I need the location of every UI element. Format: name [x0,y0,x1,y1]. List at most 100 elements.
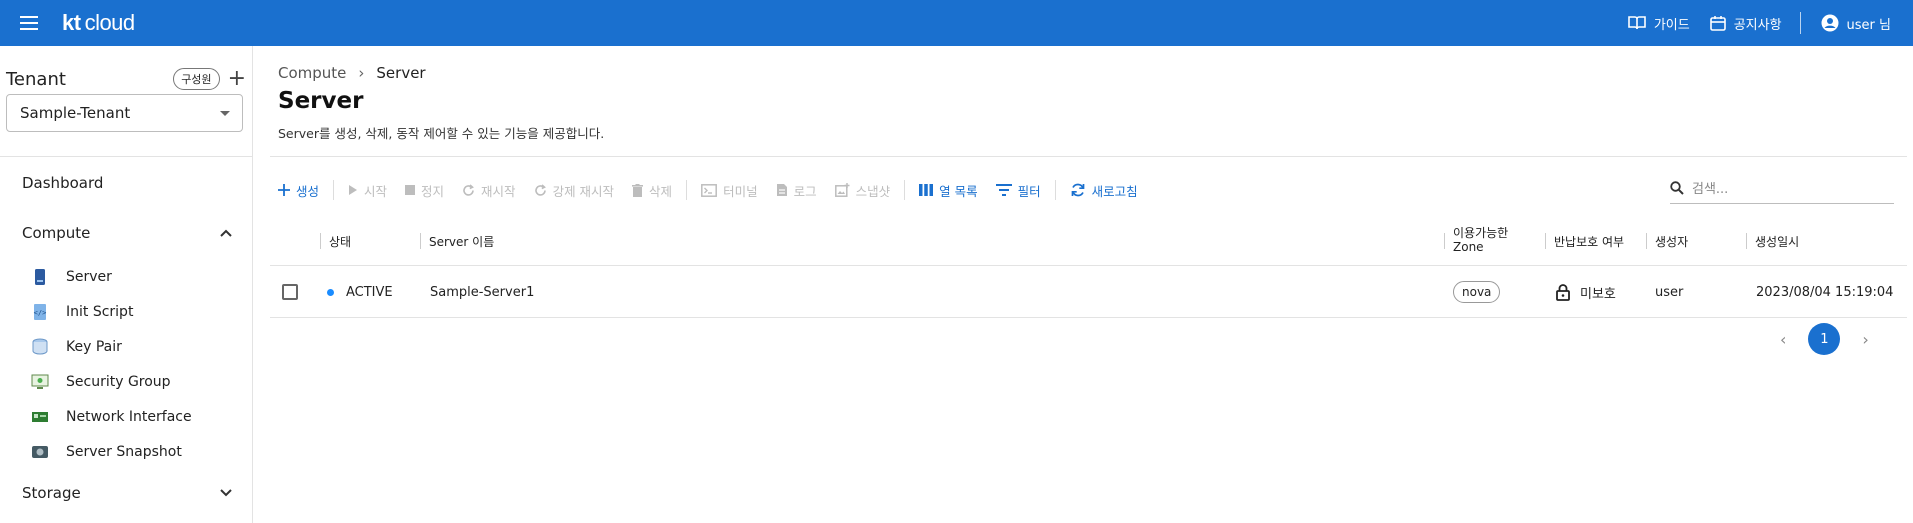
creator-cell: user [1655,266,1683,318]
view-columns-icon [919,184,934,196]
creator-text: user [1655,284,1684,300]
sidebar-item-label: Init Script [66,304,134,320]
account-icon [1821,14,1839,32]
nav-storage-label: Storage [22,484,81,502]
tenant-select[interactable]: Sample-Tenant [6,94,243,132]
next-page-icon[interactable]: › [1862,330,1868,349]
terminal-label: 터미널 [723,183,758,199]
network-interface-icon [30,407,50,427]
create-button[interactable]: 생성 [278,181,319,200]
sidebar-item-security-group[interactable]: Security Group [30,368,171,396]
nav-dashboard[interactable]: Dashboard [22,174,232,192]
user-menu[interactable]: user 님 [1821,14,1891,33]
sidebar-item-init-script[interactable]: </> Init Script [30,298,133,326]
lock-open-icon [1556,283,1570,301]
menu-icon [20,16,38,30]
snapshot-label: 스냅샷 [855,183,891,199]
play-icon [349,185,358,195]
refresh-button[interactable]: 새로고침 [1070,181,1138,200]
add-tenant-icon[interactable]: + [228,68,246,90]
zone-cell: nova [1453,266,1501,318]
column-label: 상태 [329,234,352,249]
columns-label: 열 목록 [939,183,978,199]
restart-icon [463,183,474,196]
created-cell: 2023/08/04 15:19:04 [1756,266,1893,318]
sidebar-item-label: Server Snapshot [66,444,182,460]
security-group-icon [30,372,50,392]
column-zone[interactable]: 이용가능한 Zone [1444,216,1508,266]
divider [270,156,1907,157]
delete-button[interactable]: 삭제 [632,181,672,200]
sidebar-item-label: Security Group [66,374,171,390]
refresh-icon [1071,183,1084,197]
nav-dashboard-label: Dashboard [22,174,104,192]
page-button[interactable]: 1 [1808,323,1841,355]
force-restart-icon [534,183,546,196]
sidebar: Tenant 구성원 + Sample-Tenant Dashboard Com… [0,46,253,523]
sidebar-item-label: Key Pair [66,339,122,355]
pagination: ‹ 1 › [1780,323,1869,355]
breadcrumb-compute[interactable]: Compute [278,64,346,82]
column-created[interactable]: 생성일시 [1746,216,1799,266]
column-name[interactable]: Server 이름 [420,216,494,266]
sidebar-item-network-interface[interactable]: Network Interface [30,403,192,431]
add-photo-icon [834,183,850,197]
start-label: 시작 [364,183,388,199]
divider [333,180,335,200]
breadcrumb-server: Server [376,64,426,82]
snapshot-button[interactable]: 스냅샷 [834,181,891,200]
log-button[interactable]: 로그 [776,181,817,200]
protection-cell: 미보호 [1556,266,1616,318]
log-label: 로그 [793,183,817,199]
dropdown-caret-icon [220,110,230,116]
svg-text:</>: </> [34,309,47,317]
server-name[interactable]: Sample-Server1 [430,285,534,300]
notice-label: 공지사항 [1733,17,1782,33]
nav-compute-group[interactable]: Compute [22,224,232,242]
stop-button[interactable]: 정지 [405,181,444,200]
terminal-button[interactable]: 터미널 [701,181,758,200]
column-label-line: Zone [1453,240,1484,254]
stop-icon [405,185,416,195]
search-icon [1670,180,1684,195]
plus-icon [278,184,290,196]
kt-cloud-logo[interactable]: kt cloud [62,10,135,36]
start-button[interactable]: 시작 [348,181,387,200]
script-icon: </> [30,302,50,322]
protection-text: 미보호 [1580,286,1616,302]
filter-label: 필터 [1017,183,1041,199]
delete-label: 삭제 [649,183,673,199]
force-restart-button[interactable]: 강제 재시작 [534,181,614,200]
filter-icon [995,184,1012,196]
created-text: 2023/08/04 15:19:04 [1756,284,1894,300]
calendar-icon [1709,16,1726,31]
search-field[interactable]: 검색... [1670,172,1894,204]
sidebar-item-key-pair[interactable]: Key Pair [30,333,122,361]
column-creator[interactable]: 생성자 [1646,216,1688,266]
server-name-cell[interactable]: Sample-Server1 [430,266,534,318]
sidebar-item-server[interactable]: Server [30,263,112,291]
prev-page-icon[interactable]: ‹ [1780,330,1786,349]
restart-button[interactable]: 재시작 [462,181,516,200]
divider [0,156,252,157]
row-checkbox[interactable] [282,284,298,300]
chevron-down-icon [220,489,232,497]
hamburger-menu-button[interactable] [14,8,44,38]
zone-chip: nova [1453,281,1501,303]
sidebar-item-server-snapshot[interactable]: Server Snapshot [30,438,182,466]
guide-link[interactable]: 가이드 [1628,14,1690,33]
main-content: Compute › Server Server Server를 생성, 삭제, … [254,46,1913,523]
filter-button[interactable]: 필터 [995,181,1041,200]
tenant-title: Tenant [6,68,66,90]
user-label: user 님 [1846,17,1891,33]
table-row[interactable]: ACTIVE Sample-Server1 nova 미보호 user 2023… [270,266,1907,318]
member-button[interactable]: 구성원 [173,68,220,90]
status-text: ACTIVE [346,284,393,300]
columns-button[interactable]: 열 목록 [919,181,978,200]
terminal-icon [701,183,718,197]
column-status[interactable]: 상태 [320,216,351,266]
nav-storage-group[interactable]: Storage [22,484,232,502]
notice-link[interactable]: 공지사항 [1709,14,1782,33]
snapshot-icon [30,442,50,462]
column-protection[interactable]: 반납보호 여부 [1545,216,1624,266]
